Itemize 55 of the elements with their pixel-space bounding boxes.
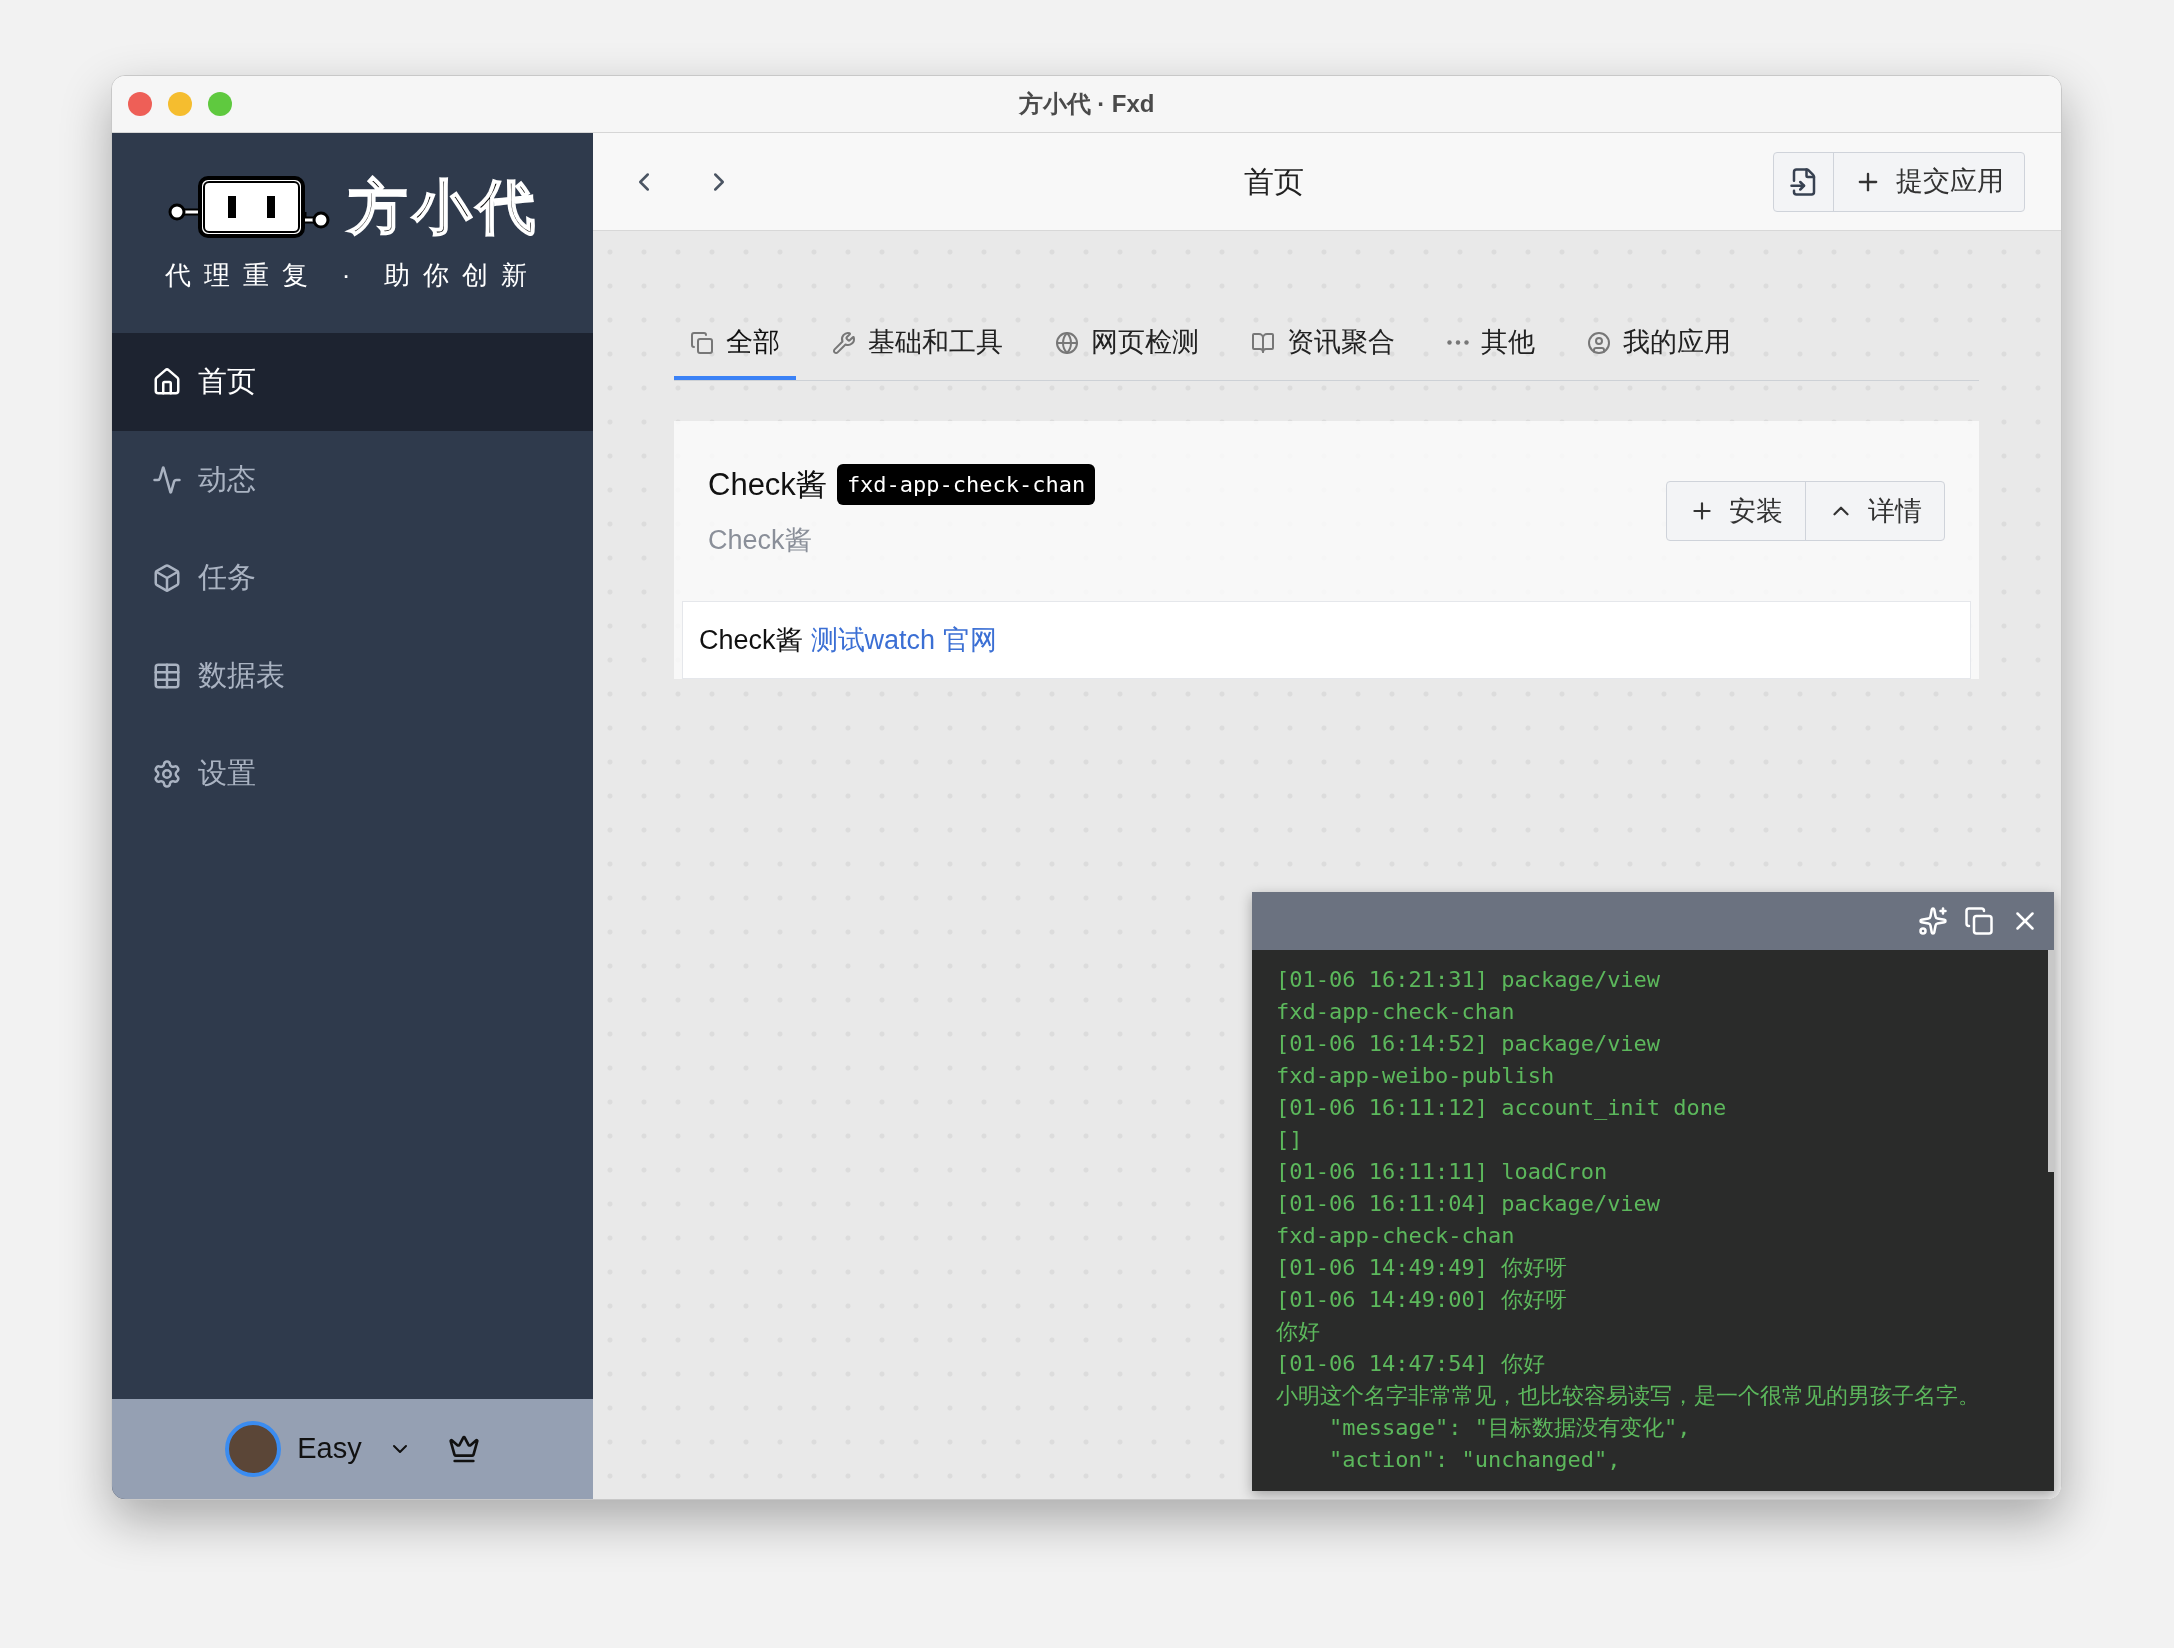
category-tab[interactable]: 资讯聚合 [1235,309,1411,380]
crown-icon[interactable] [447,1433,480,1465]
category-tab[interactable]: 全部 [674,309,796,380]
stacked-squares-icon [690,330,714,355]
ellipsis-icon [1447,340,1469,345]
sidebar-item[interactable]: 数据表 [112,627,593,725]
restore-window-icon[interactable] [1964,906,1994,936]
user-icon [1587,330,1611,355]
page-title: 首页 [1243,164,1304,200]
install-button[interactable]: 安装 [1667,482,1805,540]
log-line: "action": "unchanged", [1327,1446,1621,1474]
app-description: Check酱 [708,524,813,557]
sidebar-item[interactable]: 任务 [112,529,593,627]
category-tab[interactable]: 其他 [1431,309,1551,380]
globe-icon [1055,330,1079,355]
category-tab[interactable]: 网页检测 [1039,309,1215,380]
sidebar-item[interactable]: 动态 [112,431,593,529]
log-line: [] [1276,1126,1303,1154]
app-name: Check酱 [708,465,827,504]
log-line: [01-06 14:49:49] 你好呀 [1276,1254,1568,1282]
sidebar-item[interactable]: 设置 [112,725,593,823]
log-line: 小明这个名字非常常见，也比较容易读写，是一个很常见的男孩子名字。 [1276,1382,1980,1410]
log-line: 你好 [1276,1318,1320,1346]
book-icon [1251,330,1275,355]
log-line: [01-06 16:11:04] package/view [1276,1190,1661,1218]
package-badge: fxd-app-check-chan [836,464,1096,506]
log-line: fxd-app-check-chan [1276,998,1515,1026]
app-link[interactable]: 官网 [943,619,998,661]
log-line: [01-06 14:47:54] 你好 [1276,1350,1546,1378]
log-line: fxd-app-check-chan [1276,1222,1515,1250]
sparkles-icon[interactable] [1918,906,1948,936]
slogan: 代理重复 · 助你创新 [165,258,540,292]
sidebar-item[interactable]: 首页 [112,333,593,431]
details-button[interactable]: 详情 [1805,482,1944,540]
log-line: [01-06 14:49:00] 你好呀 [1276,1286,1568,1314]
window-title: 方小代 · Fxd [1018,89,1155,119]
app-link[interactable]: 测试watch [810,619,936,661]
links-label: Check酱 [699,623,803,657]
pulse-icon [152,465,182,495]
settings-icon [152,759,182,789]
log-line: "message": "目标数据没有变化", [1327,1414,1691,1442]
home-icon [152,367,182,397]
close-window-button[interactable] [128,92,152,116]
logo-text: 方小代 [348,177,541,236]
cube-icon [152,563,182,593]
user-name[interactable]: Easy [297,1427,362,1471]
table-icon [152,661,182,691]
category-tab[interactable]: 基础和工具 [816,309,1019,380]
log-line: [01-06 16:11:12] account_init done [1276,1094,1727,1122]
wrench-icon [832,330,856,355]
log-line: fxd-app-weibo-publish [1276,1062,1555,1090]
log-line: [01-06 16:21:31] package/view [1276,966,1661,994]
log-line: [01-06 16:14:52] package/view [1276,1030,1661,1058]
category-tab[interactable]: 我的应用 [1571,309,1747,380]
log-line: [01-06 16:11:11] loadCron [1276,1158,1608,1186]
